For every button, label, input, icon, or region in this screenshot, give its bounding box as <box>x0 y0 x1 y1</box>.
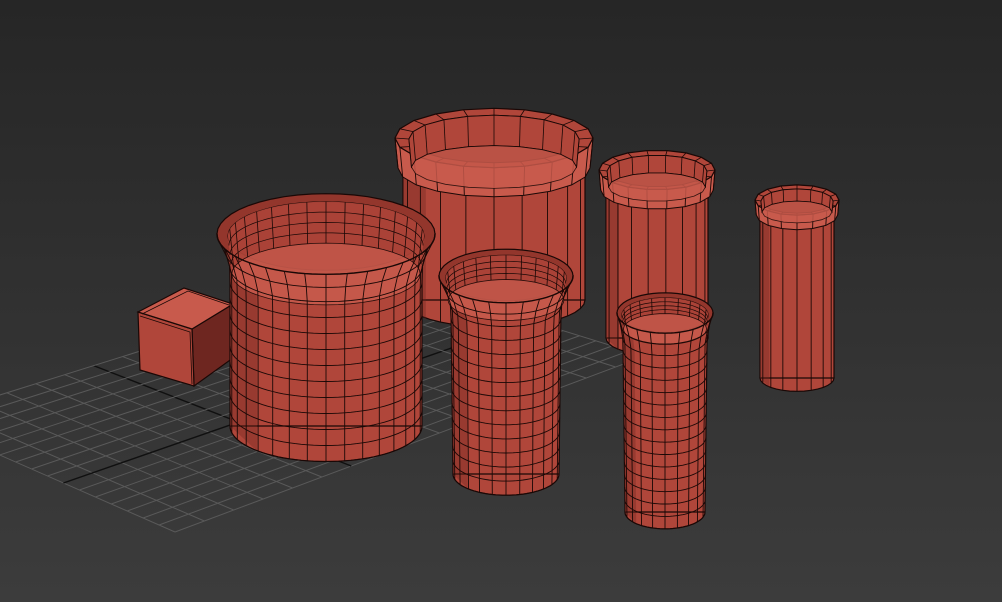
perspective-viewport[interactable] <box>0 0 1002 602</box>
scene-canvas[interactable] <box>0 0 1002 602</box>
small-flared-cup[interactable] <box>616 292 714 530</box>
small-beveled-tube[interactable] <box>754 184 840 392</box>
wide-flared-cup[interactable] <box>216 193 436 463</box>
medium-flared-cup[interactable] <box>438 248 574 496</box>
